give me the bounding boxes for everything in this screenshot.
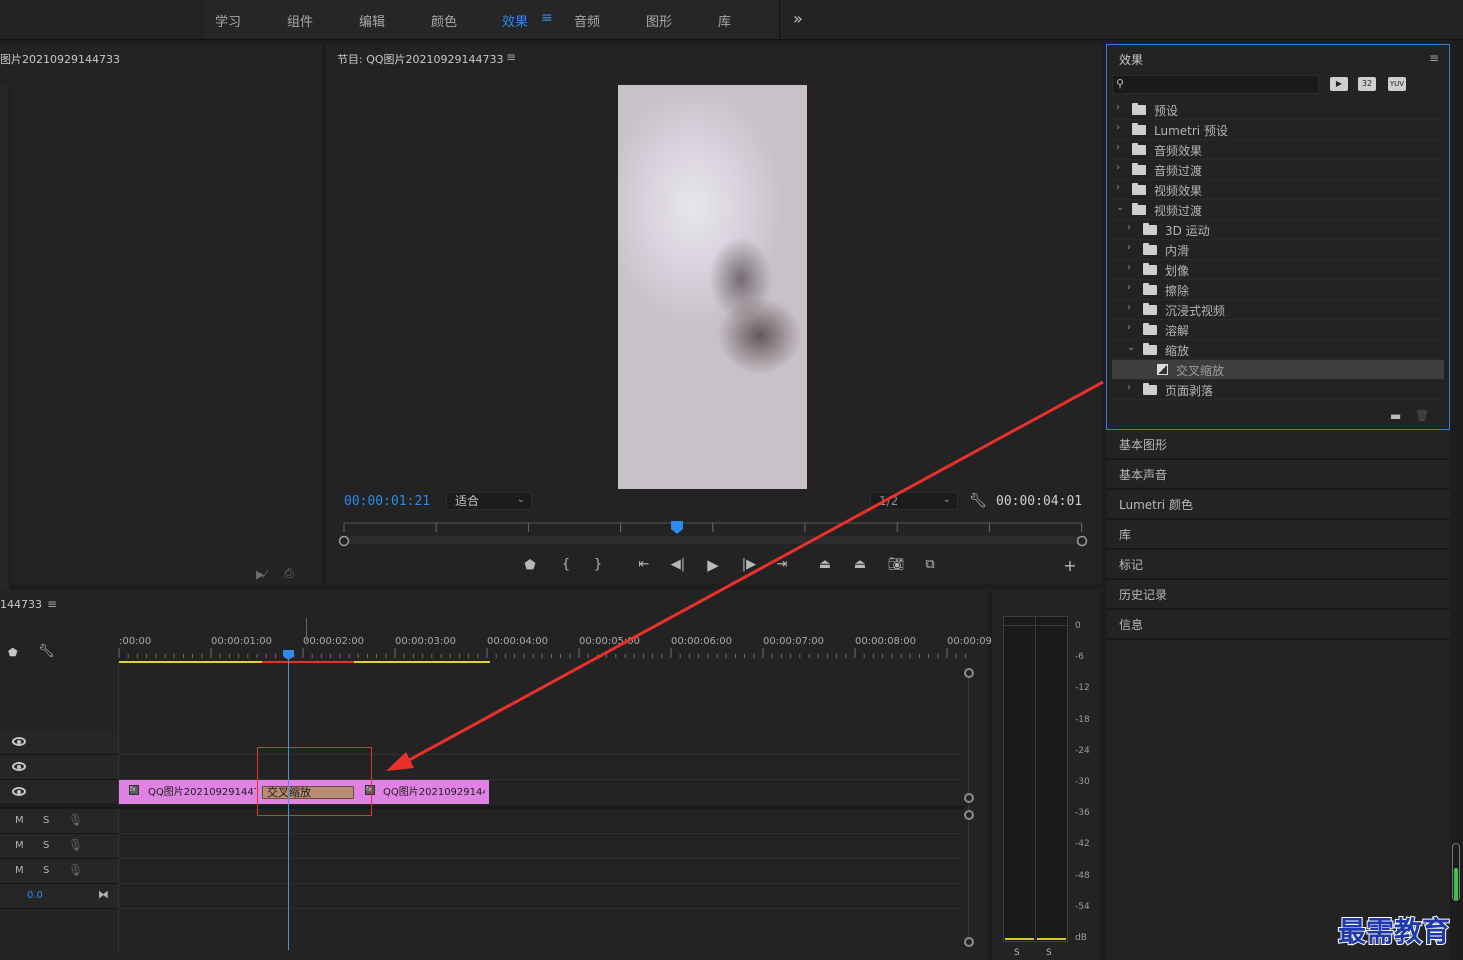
annotation-arrow <box>386 380 1104 771</box>
watermark-logo: 最需教育 <box>1337 914 1451 949</box>
